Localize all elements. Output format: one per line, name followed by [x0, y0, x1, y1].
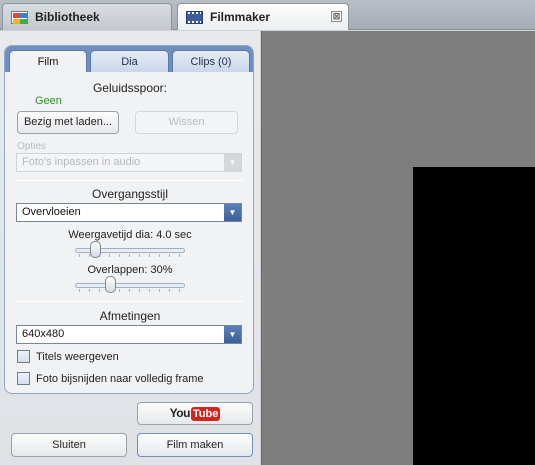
chevron-down-icon: ▼	[224, 154, 241, 171]
tab-filmmaker-label: Filmmaker	[210, 10, 271, 24]
crop-photo-checkbox[interactable]: Foto bijsnijden naar volledig frame	[17, 372, 204, 385]
options-label: Opties	[17, 141, 46, 152]
transition-heading: Overgangsstijl	[91, 187, 169, 201]
checkbox-box[interactable]	[17, 372, 30, 385]
app-tab-bar: Bibliotheek Filmmaker ⊠	[0, 0, 535, 30]
close-button[interactable]: Sluiten	[11, 433, 127, 457]
duration-label: Weergavetijd dia: 4.0 sec	[68, 229, 192, 241]
tab-clips[interactable]: Clips (0)	[172, 50, 250, 72]
clear-soundtrack-button[interactable]: Wissen	[135, 111, 238, 134]
overlap-label: Overlappen: 30%	[87, 264, 173, 276]
dimensions-value: 640x480	[22, 328, 65, 340]
divider	[15, 180, 243, 181]
dimensions-heading: Afmetingen	[99, 309, 161, 323]
panel-tab-strip: Film Dia Clips (0)	[5, 46, 253, 72]
chevron-down-icon: ▼	[224, 204, 241, 221]
overlap-slider[interactable]	[75, 276, 185, 293]
library-icon	[11, 10, 28, 24]
soundtrack-value: Geen	[35, 95, 62, 107]
show-titles-label: Titels weergeven	[36, 350, 119, 363]
make-movie-button[interactable]: Film maken	[137, 433, 253, 457]
options-dropdown-value: Foto's inpassen in audio	[22, 156, 141, 168]
video-preview[interactable]	[413, 167, 535, 465]
options-dropdown[interactable]: Foto's inpassen in audio ▼	[16, 153, 242, 172]
settings-area: Film Dia Clips (0) Geluidsspoor: Geen Be…	[0, 31, 260, 465]
show-titles-checkbox[interactable]: Titels weergeven	[17, 350, 119, 363]
tab-bibliotheek[interactable]: Bibliotheek	[2, 3, 172, 30]
filmstrip-icon	[186, 10, 203, 24]
checkbox-box[interactable]	[17, 350, 30, 363]
soundtrack-heading: Geluidsspoor:	[92, 81, 168, 95]
duration-slider[interactable]	[75, 241, 185, 258]
dimensions-dropdown[interactable]: 640x480 ▼	[16, 325, 242, 344]
duration-slider-thumb[interactable]	[90, 241, 101, 258]
divider	[15, 301, 243, 302]
slider-track	[75, 283, 185, 288]
tab-dia[interactable]: Dia	[90, 50, 169, 72]
youtube-logo: You Tube	[169, 406, 221, 421]
slider-ticks	[79, 289, 181, 292]
transition-style-value: Overvloeien	[22, 206, 81, 218]
transition-style-dropdown[interactable]: Overvloeien ▼	[16, 203, 242, 222]
youtube-upload-button[interactable]: You Tube	[137, 402, 253, 425]
load-soundtrack-button[interactable]: Bezig met laden...	[17, 111, 119, 134]
movie-preview-area	[261, 31, 535, 465]
crop-photo-label: Foto bijsnijden naar volledig frame	[36, 372, 204, 385]
tab-film[interactable]: Film	[9, 50, 87, 72]
tab-filmmaker[interactable]: Filmmaker ⊠	[177, 3, 349, 30]
close-tab-icon[interactable]: ⊠	[331, 11, 342, 22]
tab-bibliotheek-label: Bibliotheek	[35, 10, 100, 24]
overlap-slider-thumb[interactable]	[105, 276, 116, 293]
settings-panel: Film Dia Clips (0) Geluidsspoor: Geen Be…	[4, 45, 254, 394]
chevron-down-icon: ▼	[224, 326, 241, 343]
